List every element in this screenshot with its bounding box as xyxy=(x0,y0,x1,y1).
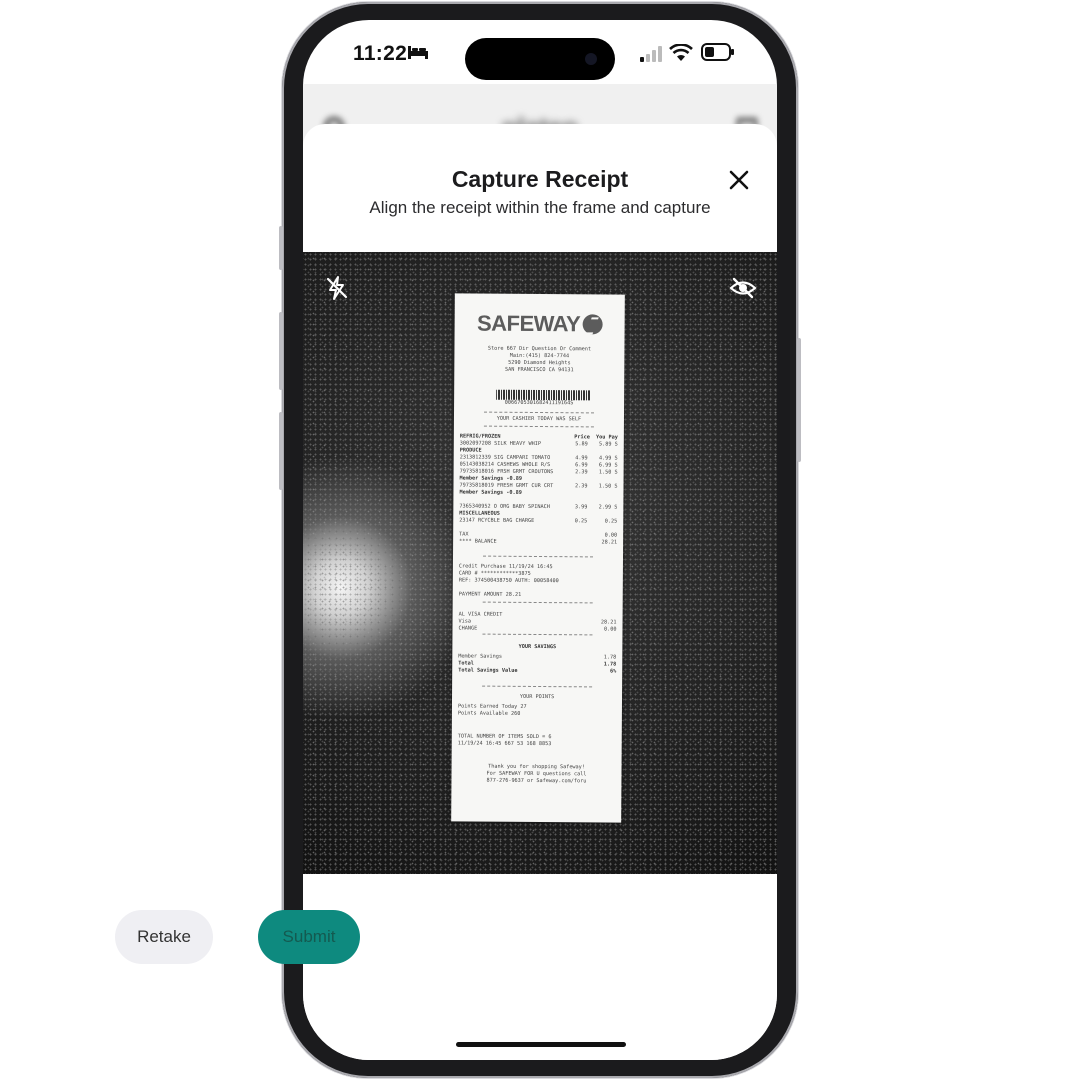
receipt-logo: SAFEWAY xyxy=(455,310,625,337)
receipt-line-label: Points Earned Today 27 xyxy=(457,703,527,710)
home-indicator[interactable] xyxy=(456,1042,626,1047)
receipt-divider xyxy=(482,633,593,636)
dynamic-island xyxy=(465,38,615,80)
receipt-your-savings: YOUR SAVINGS xyxy=(518,643,557,651)
receipt-line-amount: 6% xyxy=(609,668,617,675)
receipt-line-price: 6.99 xyxy=(575,462,588,469)
receipt-line-items: REFRIG/FROZEN 3002097208 SILK HEAVY WHIP 5… xyxy=(458,293,619,747)
bed-icon xyxy=(408,46,428,59)
receipt-line-label: 23147 RCYCBLE BAG CHARGE xyxy=(459,517,535,524)
receipt-line-label: PRODUCE xyxy=(459,447,482,454)
receipt-line: Total Savings Value 6% xyxy=(458,667,616,675)
receipt-line-label: MISCELLANEOUS xyxy=(459,510,500,517)
receipt-line-label: Credit Purchase 11/19/24 16:45 xyxy=(458,563,553,571)
receipt-line-label: TAX xyxy=(459,531,469,538)
receipt-line: Member Savings -0.89 xyxy=(459,489,617,497)
phone-screen: platen 11:22 Capture Receipt Align the r… xyxy=(303,20,777,1060)
receipt-cashier: YOUR CASHIER TODAY WAS SELF xyxy=(496,415,582,423)
safeway-logo-icon xyxy=(582,314,603,335)
receipt-image: SAFEWAY Store 667 Dir Question Or Commen… xyxy=(451,293,625,823)
receipt-divider xyxy=(482,685,593,688)
receipt-line-label: Member Savings xyxy=(458,653,503,660)
receipt-line: 23147 RCYCBLE BAG CHARGE 0.25 0.25 xyxy=(459,517,617,525)
receipt-line-label: 79735818016 FRSH GRMT CROUTONS xyxy=(459,468,554,476)
receipt-line-label: Points Available 260 xyxy=(457,710,521,717)
signal-icon xyxy=(640,46,662,62)
retake-button[interactable]: Retake xyxy=(115,910,213,964)
receipt-your-points: YOUR POINTS xyxy=(519,693,555,701)
receipt-line: 11/19/24 16:45 667 53 168 8853 xyxy=(458,740,616,748)
receipt-line-label: 2313812339 SIG CAMPARI TOMATO xyxy=(459,454,551,462)
receipt-line-label: Member Savings -0.89 xyxy=(459,475,523,482)
receipt-divider xyxy=(483,555,594,558)
receipt-line-label: 05143038214 CASHEWS WHOLE R/S xyxy=(459,461,551,469)
receipt-footer-line: 877-276-9637 or Safeway.com/foru xyxy=(486,777,587,785)
receipt-line-label: Total xyxy=(458,660,474,667)
wifi-icon xyxy=(669,44,693,61)
receipt-divider xyxy=(482,601,593,604)
eye-off-icon[interactable] xyxy=(729,276,757,300)
capture-sheet: Capture Receipt Align the receipt within… xyxy=(303,124,777,1060)
phone-power-button xyxy=(797,338,801,462)
receipt-divider xyxy=(483,425,594,428)
receipt-line: **** BALANCE 28.21 xyxy=(459,538,617,546)
receipt-line-label: 7365340952 O ORG BABY SPINACH xyxy=(459,503,550,511)
receipt-line-label: 11/19/24 16:45 667 53 168 8853 xyxy=(457,740,552,748)
phone-volume-down xyxy=(279,412,283,490)
battery-icon xyxy=(701,43,734,61)
flash-off-icon[interactable] xyxy=(323,274,351,302)
receipt-line-label: CARD # ************3875 xyxy=(458,570,531,577)
receipt-line-amount: 0.00 xyxy=(603,626,617,633)
status-time: 11:22 xyxy=(353,42,408,65)
receipt-line: REF: 374500438750 AUTH: 00058400 xyxy=(459,577,617,585)
receipt-line-amount: 28.21 xyxy=(601,539,618,546)
receipt-barcode xyxy=(496,389,591,401)
sheet-title: Capture Receipt xyxy=(451,166,629,192)
receipt-line: Points Available 260 xyxy=(458,710,616,718)
receipt-line-label: REF: 374500438750 AUTH: 00058400 xyxy=(458,577,559,585)
receipt-header-line: SAN FRANCISCO CA 94131 xyxy=(504,366,574,374)
receipt-line: PAYMENT AMOUNT 28.21 xyxy=(459,591,617,599)
submit-button[interactable]: Submit xyxy=(258,910,360,964)
receipt-line-label: Member Savings -0.89 xyxy=(459,489,522,496)
receipt-line-price: 3.99 xyxy=(574,504,588,511)
receipt-divider xyxy=(484,411,595,414)
camera-preview[interactable]: SAFEWAY Store 667 Dir Question Or Commen… xyxy=(303,252,777,874)
receipt-line-label: TOTAL NUMBER OF ITEMS SOLD = 6 xyxy=(457,733,552,741)
receipt-line: CHANGE 0.00 xyxy=(458,625,616,633)
receipt-line-label: **** BALANCE xyxy=(459,538,497,545)
front-camera xyxy=(585,53,597,65)
receipt-line-label: REFRIG/FROZEN xyxy=(459,433,501,440)
receipt-line-label: AL VISA CREDIT xyxy=(458,611,503,618)
receipt-line-label: PAYMENT AMOUNT 28.21 xyxy=(458,591,522,598)
receipt-line-label: Visa xyxy=(458,618,472,625)
close-icon[interactable] xyxy=(721,162,757,198)
receipt-line-price: 2.39 xyxy=(575,469,588,476)
phone-volume-up xyxy=(279,312,283,390)
receipt-line-price: 0.25 xyxy=(574,518,588,525)
receipt-line-label: 79735818019 FRESH GRMT CUR CRT xyxy=(459,482,554,490)
receipt-line-price: 2.39 xyxy=(574,483,588,490)
receipt-line-amount: 0.25 xyxy=(604,518,618,525)
receipt-line-label: Total Savings Value xyxy=(458,667,518,674)
receipt-line-label: CHANGE xyxy=(458,625,478,632)
phone-side-button xyxy=(279,226,283,270)
sheet-subtitle: Align the receipt within the frame and c… xyxy=(369,198,711,217)
receipt-logo-text: SAFEWAY xyxy=(476,310,581,337)
receipt-barcode-number: 006670530168241119164S xyxy=(504,399,574,407)
receipt-line-label: 3002097208 SILK HEAVY WHIP xyxy=(459,440,542,448)
status-bar: 11:22 xyxy=(303,20,777,84)
